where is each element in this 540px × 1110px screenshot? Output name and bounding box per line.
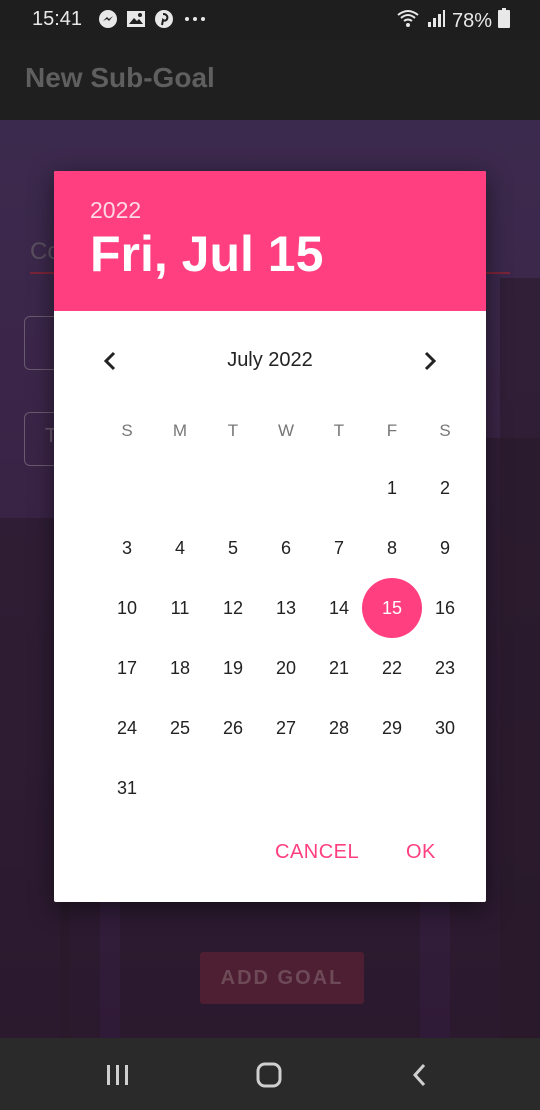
back-icon [412,1063,426,1087]
day-cell[interactable]: 1 [362,458,422,518]
wifi-icon [396,8,420,34]
weekday-header: T [227,421,239,440]
day-cell[interactable]: 28 [309,698,369,758]
day-cell[interactable]: 19 [203,638,263,698]
building-silhouette [500,278,540,1038]
day-cell[interactable]: 14 [309,578,369,638]
page-title: New Sub-Goal [25,62,215,93]
cancel-button[interactable]: CANCEL [275,841,359,864]
day-cell[interactable]: 6 [256,518,316,578]
battery-percent: 78% [451,9,492,32]
day-cell[interactable]: 4 [150,518,210,578]
date-picker-header: 2022 Fri, Jul 15 [54,171,486,311]
day-cell[interactable]: 21 [309,638,369,698]
pinterest-icon [154,9,174,29]
day-cell[interactable]: 7 [309,518,369,578]
year-label[interactable]: 2022 [90,197,141,224]
home-button[interactable] [254,1060,284,1090]
home-icon [256,1062,282,1088]
status-bar: 15:41 78% [0,0,540,40]
day-cell[interactable]: 3 [97,518,157,578]
image-icon [126,9,146,29]
status-time: 15:41 [32,8,83,30]
recent-apps-icon [107,1065,128,1085]
selected-date-label[interactable]: Fri, Jul 15 [90,225,323,283]
day-cell[interactable]: 9 [415,518,475,578]
day-cell[interactable]: 24 [97,698,157,758]
signal-icon [426,8,446,34]
date-picker-dialog: 2022 Fri, Jul 15 July 2022 SMTWTFS 12345… [54,171,486,902]
weekday-header: W [277,421,295,440]
weekday-header: S [121,421,133,440]
day-cell[interactable]: 12 [203,578,263,638]
messenger-icon [98,9,118,29]
chevron-right-icon [424,351,437,371]
add-goal-button[interactable]: ADD GOAL [200,952,364,1004]
day-cell[interactable]: 2 [415,458,475,518]
weekday-header: S [439,421,451,440]
next-month-button[interactable] [414,343,446,379]
day-cell[interactable]: 26 [203,698,263,758]
day-cell[interactable]: 23 [415,638,475,698]
day-cell[interactable]: 22 [362,638,422,698]
day-cell[interactable]: 5 [203,518,263,578]
recent-apps-button[interactable] [103,1060,133,1090]
day-cell[interactable]: 8 [362,518,422,578]
system-navigation-bar [0,1038,540,1110]
back-button[interactable] [405,1060,435,1090]
ok-button[interactable]: OK [406,841,436,864]
battery-icon [498,8,510,34]
day-cell[interactable]: 31 [97,758,157,818]
notification-icons [98,9,208,29]
day-cell[interactable]: 16 [415,578,475,638]
weekday-header: F [386,421,398,440]
day-cell[interactable]: 30 [415,698,475,758]
more-icon [182,9,208,29]
day-cell[interactable]: 18 [150,638,210,698]
day-cell[interactable]: 11 [150,578,210,638]
day-cell[interactable]: 27 [256,698,316,758]
day-cell[interactable]: 25 [150,698,210,758]
day-cell[interactable]: 17 [97,638,157,698]
day-cell[interactable]: 10 [97,578,157,638]
weekday-header: M [172,421,188,440]
day-cell[interactable]: 13 [256,578,316,638]
selected-day-cell[interactable]: 15 [362,578,422,638]
day-cell[interactable]: 20 [256,638,316,698]
app-bar: New Sub-Goal [0,40,540,120]
weekday-header: T [333,421,345,440]
day-cell[interactable]: 29 [362,698,422,758]
